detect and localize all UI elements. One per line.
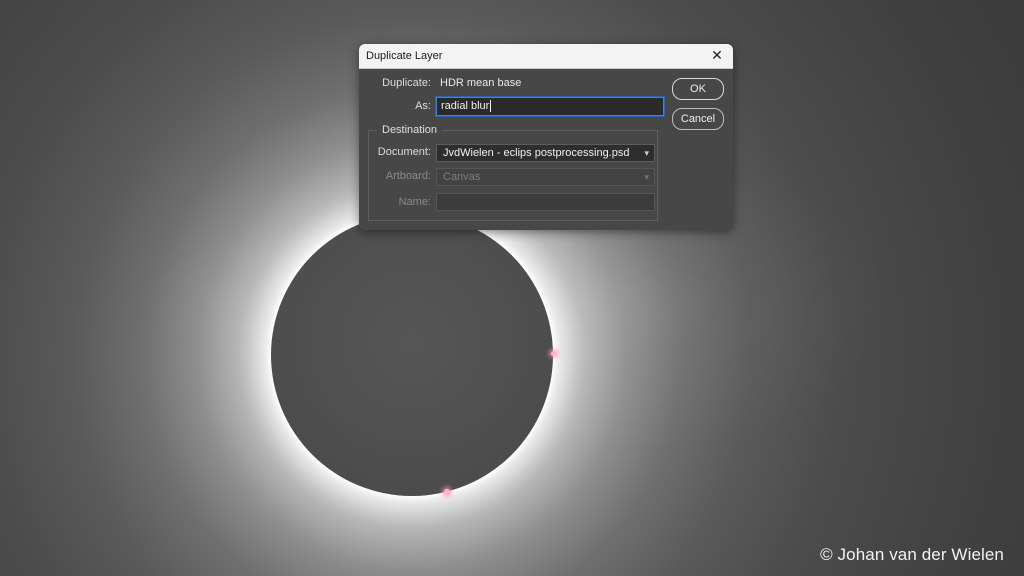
eclipse-photo-canvas: © Johan van der Wielen Duplicate Layer ✕… — [0, 0, 1024, 576]
moon-disc — [271, 214, 553, 496]
dialog-titlebar: Duplicate Layer ✕ — [359, 44, 733, 69]
artboard-select[interactable]: Canvas ▾ — [436, 168, 655, 186]
cancel-button[interactable]: Cancel — [672, 108, 724, 130]
solar-prominence — [551, 351, 556, 356]
close-icon[interactable]: ✕ — [709, 47, 725, 63]
document-select[interactable]: JvdWielen - eclips postprocessing.psd ▾ — [436, 144, 655, 162]
duplicate-value: HDR mean base — [440, 77, 522, 89]
document-select-value: JvdWielen - eclips postprocessing.psd — [443, 147, 630, 159]
duplicate-label: Duplicate: — [382, 77, 431, 89]
destination-title: Destination — [377, 124, 443, 136]
duplicate-layer-dialog: Duplicate Layer ✕ Duplicate: HDR mean ba… — [359, 44, 733, 230]
artboard-select-value: Canvas — [443, 171, 481, 183]
artboard-label: Artboard: — [385, 170, 431, 182]
as-name-input[interactable]: radial blur — [436, 97, 664, 116]
name-label: Name: — [398, 196, 431, 208]
chevron-down-icon: ▾ — [644, 148, 649, 158]
text-caret — [490, 100, 492, 113]
document-label: Document: — [377, 146, 431, 158]
copyright-watermark: © Johan van der Wielen — [820, 545, 1004, 564]
name-field[interactable] — [436, 193, 655, 211]
as-label: As: — [415, 100, 431, 112]
as-input-value: radial blur — [441, 100, 490, 112]
ok-button[interactable]: OK — [672, 78, 724, 100]
chevron-down-icon: ▾ — [644, 172, 649, 182]
dialog-title: Duplicate Layer — [366, 50, 443, 62]
solar-prominence — [444, 489, 450, 495]
